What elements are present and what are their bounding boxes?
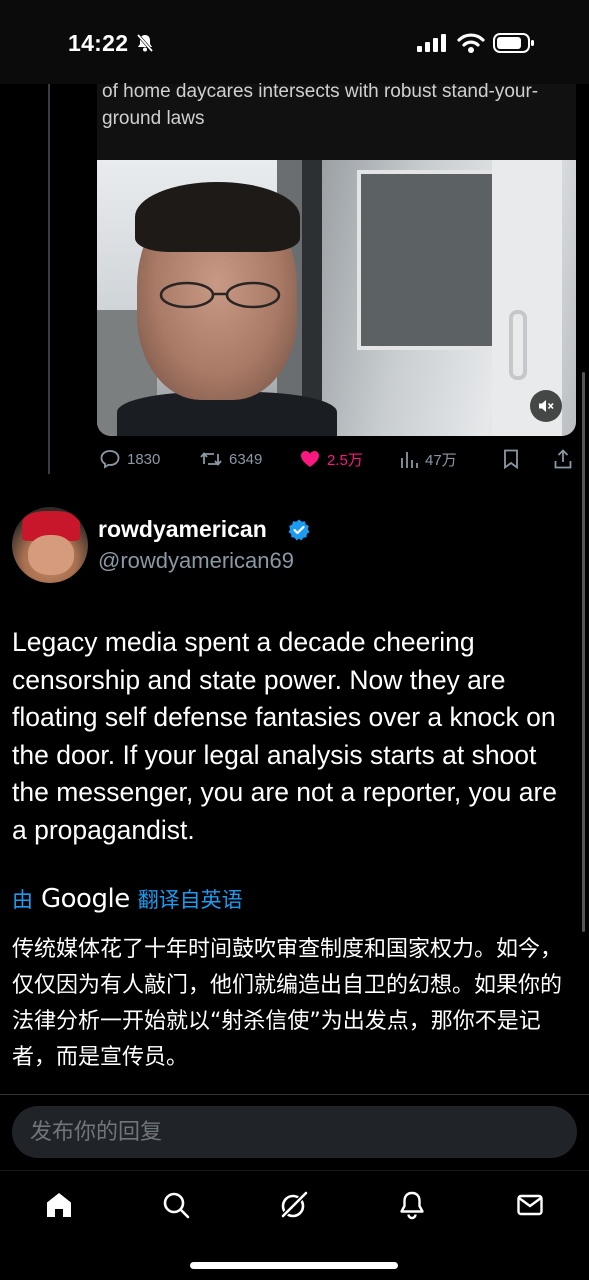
display-name[interactable]: rowdyamerican [98,516,267,543]
heart-filled-icon [301,451,319,467]
nav-home[interactable] [41,1187,77,1223]
home-icon [47,1193,71,1217]
battery-icon [493,33,534,53]
repost-count: 6349 [229,450,263,468]
reply-input[interactable] [12,1106,577,1158]
user-handle[interactable]: @rowdyamerican69 [98,548,294,574]
nav-messages[interactable] [512,1187,548,1223]
views-chart-icon [401,452,418,468]
grok-icon [281,1191,308,1218]
scrollbar[interactable] [582,372,585,932]
quoted-tweet-text: of home daycares intersects with robust … [102,81,539,129]
tweet-body: Legacy media spent a decade cheering cen… [12,627,558,845]
thread-connector-line [48,84,50,474]
verified-badge-icon [288,519,310,541]
translation-attribution[interactable]: 由 Google 翻译自英语 [12,884,243,914]
reply-count: 1830 [127,450,161,468]
speaker-muted-icon [539,400,554,412]
video-person-glasses [159,281,281,309]
status-bar: 14:22 [0,0,589,84]
repost-icon [200,452,222,466]
nav-grok[interactable] [276,1187,312,1223]
cellular-signal-icon [417,34,446,52]
translated-tweet-body: 传统媒体花了十年时间鼓吹审查制度和国家权力。如今，仅仅因为有人敲门，他们就编造出… [12,937,563,1070]
tweet-action-bar: 1830 6349 2.5万 47万 [97,448,577,478]
search-icon [163,1192,190,1219]
share-action[interactable] [553,448,579,470]
views-count: 47万 [425,451,457,469]
messages-icon [517,1194,543,1216]
wifi-icon [457,33,485,53]
silent-bell-icon [136,34,154,52]
bookmark-action[interactable] [501,448,527,470]
home-indicator[interactable] [190,1262,398,1269]
like-action[interactable]: 2.5万 [299,448,363,470]
mute-button[interactable] [530,390,562,422]
bookmark-icon [504,449,518,470]
divider [0,1094,589,1095]
video-door-handle [509,310,527,380]
reply-action[interactable]: 1830 [99,448,160,470]
video-player[interactable] [97,160,576,436]
nav-search[interactable] [158,1187,194,1223]
translate-suffix: 翻译自英语 [137,889,243,912]
quoted-tweet-card[interactable] [97,84,576,436]
like-count: 2.5万 [327,451,363,469]
views-action[interactable]: 47万 [399,448,457,470]
google-logo: Google [41,884,130,914]
repost-action[interactable]: 6349 [199,448,262,470]
video-door-window [357,170,497,350]
video-person-hair [135,182,300,252]
nav-notifications[interactable] [394,1187,430,1223]
reply-icon [100,450,120,469]
avatar-face [28,535,74,575]
notifications-icon [400,1191,424,1220]
translate-prefix: 由 [12,889,33,912]
avatar[interactable] [12,507,88,583]
share-icon [554,449,572,469]
status-time: 14:22 [68,30,129,56]
